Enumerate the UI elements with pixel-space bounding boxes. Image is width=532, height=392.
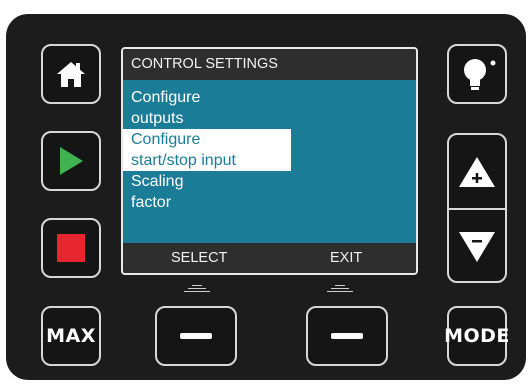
mode-button[interactable]: MODE xyxy=(444,306,510,366)
play-icon xyxy=(60,147,83,175)
menu-item-line1: Scaling xyxy=(131,173,184,190)
menu-item-line2: factor xyxy=(131,194,172,211)
softkey-left-button[interactable] xyxy=(155,306,237,366)
softkey-right-indicator xyxy=(326,285,354,294)
softkey-bar: SELECT EXIT xyxy=(123,243,416,273)
light-button[interactable] xyxy=(447,44,507,104)
max-button[interactable]: MAX xyxy=(41,306,101,366)
screen-title: CONTROL SETTINGS xyxy=(123,49,416,80)
menu-item-scaling-factor[interactable]: Scaling factor xyxy=(123,171,416,213)
stop-icon xyxy=(57,234,85,262)
stop-button[interactable] xyxy=(41,218,101,278)
softkey-right-bar xyxy=(331,333,363,339)
softkey-right-button[interactable] xyxy=(306,306,388,366)
up-button[interactable] xyxy=(449,135,505,208)
softkey-select-label: SELECT xyxy=(171,250,228,266)
menu-item-configure-start-stop-input[interactable]: Configure start/stop input xyxy=(123,129,291,171)
max-label: MAX xyxy=(46,325,96,347)
settings-menu: Configure outputs Configure start/stop i… xyxy=(123,87,416,213)
menu-item-line2: start/stop input xyxy=(131,152,236,169)
controller-panel: MAX MODE CONTROL SETTINGS Configure outp… xyxy=(0,0,532,392)
display-screen: CONTROL SETTINGS Configure outputs Confi… xyxy=(121,47,418,275)
down-arrow-minus-icon xyxy=(459,231,495,262)
play-button[interactable] xyxy=(41,131,101,191)
home-button[interactable] xyxy=(41,44,101,104)
up-arrow-plus-icon xyxy=(459,156,495,187)
softkey-left-indicator xyxy=(183,285,211,294)
softkey-left-bar xyxy=(180,333,212,339)
menu-item-line1: Configure xyxy=(131,89,201,106)
lightbulb-icon xyxy=(464,59,496,90)
menu-item-line1: Configure xyxy=(131,131,201,148)
menu-item-line2: outputs xyxy=(131,110,184,127)
home-icon xyxy=(57,62,85,87)
updown-button-group xyxy=(447,133,507,283)
mode-label: MODE xyxy=(444,325,510,347)
softkey-exit-label: EXIT xyxy=(330,250,363,266)
menu-item-configure-outputs[interactable]: Configure outputs xyxy=(123,87,416,129)
down-button[interactable] xyxy=(449,208,505,283)
